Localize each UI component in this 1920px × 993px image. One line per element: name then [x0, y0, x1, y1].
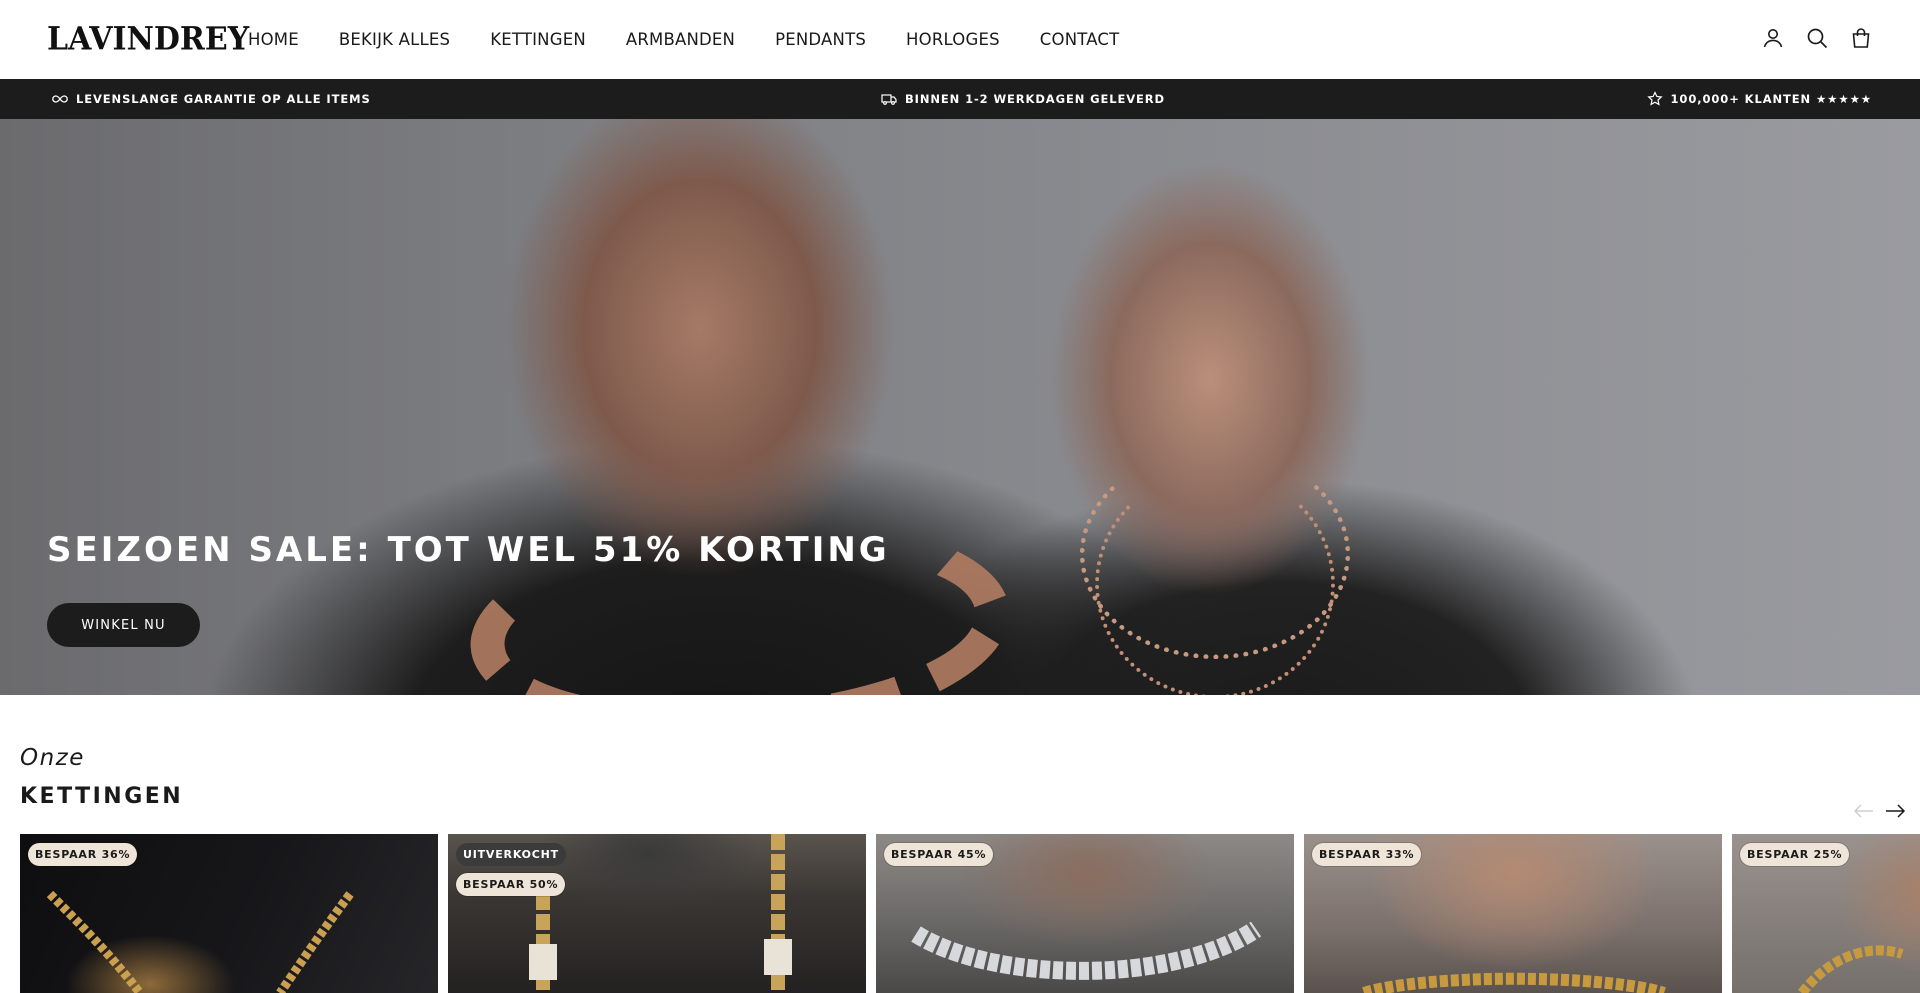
product-card[interactable]: BESPAAR 45%	[876, 834, 1294, 993]
announcement-bar: LEVENSLANGE GARANTIE OP ALLE ITEMS BINNE…	[0, 79, 1920, 119]
discount-badge: BESPAAR 25%	[1740, 843, 1850, 866]
discount-badge: BESPAAR 33%	[1312, 843, 1422, 866]
announcement-delivery: BINNEN 1-2 WERKDAGEN GELEVERD	[881, 79, 1165, 119]
brand-logo[interactable]: LAVINDREY	[47, 21, 249, 58]
nav-contact[interactable]: CONTACT	[1040, 30, 1120, 49]
nav-kettingen[interactable]: KETTINGEN	[490, 30, 586, 49]
nav-bekijk-alles[interactable]: BEKIJK ALLES	[339, 30, 450, 49]
nav-pendants[interactable]: PENDANTS	[775, 30, 866, 49]
discount-badge: BESPAAR 50%	[456, 873, 566, 896]
section-title: KETTINGEN	[20, 784, 184, 809]
product-card[interactable]: UITVERKOCHT BESPAAR 50%	[448, 834, 866, 993]
carousel-next-arrow-icon[interactable]	[1883, 799, 1907, 823]
hero-title: SEIZOEN SALE: TOT WEL 51% KORTING	[47, 530, 890, 570]
truck-icon	[881, 94, 897, 105]
announcement-reviews-text: 100,000+ KLANTEN ★★★★★	[1670, 92, 1872, 106]
cart-icon[interactable]	[1849, 26, 1873, 50]
carousel-prev-arrow-icon[interactable]	[1852, 799, 1876, 823]
product-card[interactable]: BESPAAR 36%	[20, 834, 438, 993]
nav-horloges[interactable]: HORLOGES	[906, 30, 1000, 49]
announcement-delivery-text: BINNEN 1-2 WERKDAGEN GELEVERD	[905, 92, 1165, 106]
main-nav: HOME BEKIJK ALLES KETTINGEN ARMBANDEN PE…	[248, 0, 1119, 79]
shop-now-button[interactable]: WINKEL NU	[47, 603, 200, 647]
discount-badge: BESPAAR 45%	[884, 843, 994, 866]
nav-home[interactable]: HOME	[248, 30, 299, 49]
hero-banner	[0, 119, 1920, 695]
hero-necklace-decoration-2	[1095, 469, 1335, 695]
section-subtitle: Onze	[20, 745, 85, 771]
site-header: LAVINDREY HOME BEKIJK ALLES KETTINGEN AR…	[0, 0, 1920, 79]
header-icons	[1761, 26, 1873, 50]
announcement-warranty: LEVENSLANGE GARANTIE OP ALLE ITEMS	[52, 79, 371, 119]
infinity-icon	[52, 95, 68, 103]
product-card[interactable]: BESPAAR 33%	[1304, 834, 1722, 993]
announcement-reviews: 100,000+ KLANTEN ★★★★★	[1646, 79, 1872, 119]
product-carousel: BESPAAR 36% UITVERKOCHT BESPAAR 50% BESP…	[20, 834, 1920, 993]
account-icon[interactable]	[1761, 26, 1785, 50]
announcement-warranty-text: LEVENSLANGE GARANTIE OP ALLE ITEMS	[76, 92, 371, 106]
star-badge-icon	[1646, 91, 1663, 106]
nav-armbanden[interactable]: ARMBANDEN	[626, 30, 735, 49]
product-card[interactable]: BESPAAR 25%	[1732, 834, 1920, 993]
discount-badge: BESPAAR 36%	[28, 843, 138, 866]
search-icon[interactable]	[1805, 26, 1829, 50]
sold-out-badge: UITVERKOCHT	[456, 843, 566, 866]
